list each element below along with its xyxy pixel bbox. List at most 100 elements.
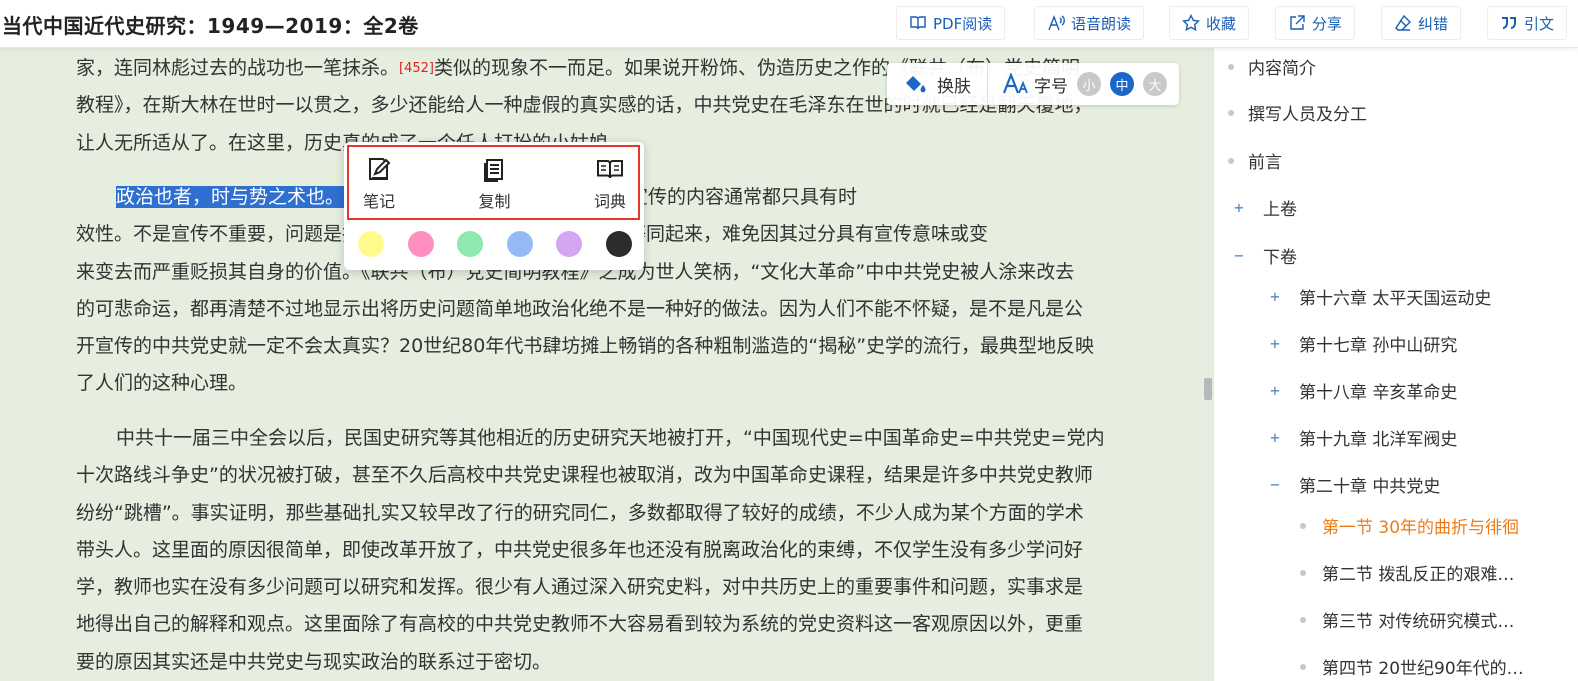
bullet-icon xyxy=(1300,522,1306,529)
note-label: 笔记 xyxy=(363,191,396,211)
toc-label: 撰写人员及分工 xyxy=(1248,105,1367,125)
share-label: 分享 xyxy=(1312,14,1343,33)
selection-popup: 笔记 复制 词典 xyxy=(344,142,644,270)
highlight-colors xyxy=(358,231,632,257)
book-icon xyxy=(909,14,927,32)
reader-scrollbar[interactable] xyxy=(1204,378,1212,400)
voice-read-icon xyxy=(1047,14,1065,32)
cite-label: 引文 xyxy=(1524,14,1555,33)
font-size-medium-button[interactable]: 中 xyxy=(1110,72,1134,96)
text-line: 了人们的这种心理。 xyxy=(76,372,248,395)
paragraph-3: 中共十一届三中全会以后，民国史研究等其他相近的历史研究天地被打开，“中国现代史=… xyxy=(76,420,1136,681)
collapse-icon[interactable]: − xyxy=(1232,246,1246,265)
favorite-label: 收藏 xyxy=(1206,14,1237,33)
bullet-icon xyxy=(1228,109,1234,116)
toc-item-ch17[interactable]: + 第十七章 孙中山研究 xyxy=(1268,331,1457,356)
highlight-purple-swatch[interactable] xyxy=(556,231,583,257)
pdf-read-button[interactable]: PDF阅读 xyxy=(896,6,1006,40)
bullet-icon xyxy=(1228,157,1234,164)
bullet-icon xyxy=(1300,616,1306,623)
display-settings-bar: 换肤 字号 小 中 大 xyxy=(887,63,1179,105)
toc-item-section-2[interactable]: 第二节 拨乱反正的艰难… xyxy=(1300,560,1514,585)
highlight-black-swatch[interactable] xyxy=(605,231,632,257)
expand-icon[interactable]: + xyxy=(1268,428,1282,447)
collapse-icon[interactable]: − xyxy=(1268,475,1282,494)
toc-label: 下卷 xyxy=(1263,248,1297,268)
bullet-icon xyxy=(1300,663,1306,670)
toc-label: 第三节 对传统研究模式… xyxy=(1322,612,1515,632)
toc-label: 第二节 拨乱反正的艰难… xyxy=(1322,565,1515,585)
toc-label: 第十八章 辛亥革命史 xyxy=(1299,383,1458,403)
bullet-icon xyxy=(1300,569,1306,576)
text-line: 纷纷“跳槽”。事实证明，那些基础扎实又较早改了行的研究同仁，多数都取得了较好的成… xyxy=(76,501,1084,524)
bullet-icon xyxy=(1228,63,1234,70)
text-line: 十次路线斗争史”的状况被打破，甚至不久后高校中共党史课程也被取消，改为中国革命史… xyxy=(76,464,1093,487)
expand-icon[interactable]: + xyxy=(1232,198,1246,217)
toc-label: 第十九章 北洋军阀史 xyxy=(1299,430,1458,450)
correct-button[interactable]: 纠错 xyxy=(1381,6,1462,40)
toc-sidebar: 内容简介 撰写人员及分工 前言 + 上卷 − 下卷 + 第十六章 太平天国运动史… xyxy=(1213,48,1578,681)
toc-label: 第十六章 太平天国运动史 xyxy=(1299,289,1492,309)
open-book-icon xyxy=(595,154,625,184)
toc-label: 第十七章 孙中山研究 xyxy=(1299,336,1458,356)
text-line: 地得出自己的解释和观点。这里面除了有高校的中共党史教师不大容易看到较为系统的党史… xyxy=(76,613,1084,636)
toc-label: 第二十章 中共党史 xyxy=(1299,477,1441,497)
favorite-button[interactable]: 收藏 xyxy=(1169,6,1250,40)
expand-icon[interactable]: + xyxy=(1268,381,1282,400)
toc-item-ch19[interactable]: + 第十九章 北洋军阀史 xyxy=(1268,425,1457,450)
tts-button[interactable]: 语音朗读 xyxy=(1034,6,1145,40)
skin-button[interactable]: 换肤 xyxy=(887,63,988,105)
highlight-pink-swatch[interactable] xyxy=(407,231,434,257)
cite-button[interactable]: 引文 xyxy=(1487,6,1567,40)
copy-button[interactable]: 复制 xyxy=(478,154,511,212)
font-size-control: 字号 小 中 大 xyxy=(988,72,1167,97)
toc-item-ch18[interactable]: + 第十八章 辛亥革命史 xyxy=(1268,378,1457,403)
dictionary-button[interactable]: 词典 xyxy=(594,154,626,212)
highlight-blue-swatch[interactable] xyxy=(506,231,533,257)
toc-item-vol1[interactable]: + 上卷 xyxy=(1232,195,1297,220)
text-line: 学，教师也实在没有多少问题可以研究和发挥。很少有人通过深入研究史料，对中共历史上… xyxy=(76,576,1084,599)
highlight-green-swatch[interactable] xyxy=(457,231,484,257)
toc-item-vol2[interactable]: − 下卷 xyxy=(1232,243,1297,268)
toc-item-ch16[interactable]: + 第十六章 太平天国运动史 xyxy=(1268,284,1491,309)
footnote-ref[interactable]: [452] xyxy=(399,61,434,76)
font-size-label: 字号 xyxy=(1034,76,1068,97)
toc-item-preface[interactable]: 前言 xyxy=(1228,148,1282,173)
toc-item-ch20[interactable]: − 第二十章 中共党史 xyxy=(1268,472,1440,497)
paint-bucket-icon xyxy=(903,73,929,95)
text-span: 家，连同林彪过去的战功也一笔抹杀。 xyxy=(76,57,400,79)
share-button[interactable]: 分享 xyxy=(1275,6,1356,40)
pdf-read-label: PDF阅读 xyxy=(933,14,993,33)
quote-icon xyxy=(1500,14,1518,32)
correct-label: 纠错 xyxy=(1418,14,1449,33)
edit-note-icon xyxy=(364,154,394,184)
toc-item-authors[interactable]: 撰写人员及分工 xyxy=(1228,100,1367,125)
text-line: 开宣传的中共党史就一定不会太真实？20世纪80年代书肆坊摊上畅销的各种粗制滥造的… xyxy=(76,335,1095,358)
expand-icon[interactable]: + xyxy=(1268,287,1282,306)
toc-item-intro[interactable]: 内容简介 xyxy=(1228,54,1316,79)
star-icon xyxy=(1182,14,1200,32)
dictionary-label: 词典 xyxy=(593,191,626,211)
eraser-icon xyxy=(1394,14,1412,32)
top-header: 当代中国近代史研究：1949—2019：全2卷 PDF阅读 语音朗读 收藏 分享… xyxy=(0,0,1578,48)
font-size-icon xyxy=(1002,73,1028,95)
toc-item-section-4[interactable]: 第四节 20世纪90年代的… xyxy=(1300,654,1524,679)
text-line: 要的原因其实还是中共党史与现实政治的联系过于密切。 xyxy=(76,650,552,673)
tts-label: 语音朗读 xyxy=(1071,14,1132,33)
copy-icon xyxy=(479,154,509,184)
text-line: 中共十一届三中全会以后，民国史研究等其他相近的历史研究天地被打开，“中国现代史=… xyxy=(116,427,1105,449)
copy-label: 复制 xyxy=(478,191,511,211)
toc-label: 内容简介 xyxy=(1248,59,1316,79)
toc-label: 前言 xyxy=(1248,153,1282,173)
expand-icon[interactable]: + xyxy=(1268,334,1282,353)
note-button[interactable]: 笔记 xyxy=(363,154,395,212)
font-size-small-button[interactable]: 小 xyxy=(1077,72,1101,96)
toc-item-section-3[interactable]: 第三节 对传统研究模式… xyxy=(1300,607,1514,632)
toc-item-section-1[interactable]: 第一节 30年的曲折与徘徊 xyxy=(1300,513,1519,538)
font-size-large-button[interactable]: 大 xyxy=(1143,72,1167,96)
highlight-yellow-swatch[interactable] xyxy=(358,231,384,257)
book-title: 当代中国近代史研究：1949—2019：全2卷 xyxy=(2,14,419,38)
selected-text[interactable]: 政治也者，时与势之术也。 xyxy=(116,186,345,208)
text-line: 带头人。这里面的原因很简单，即使改革开放了，中共党史很多年也还没有脱离政治化的束… xyxy=(76,538,1084,561)
share-icon xyxy=(1288,14,1306,32)
